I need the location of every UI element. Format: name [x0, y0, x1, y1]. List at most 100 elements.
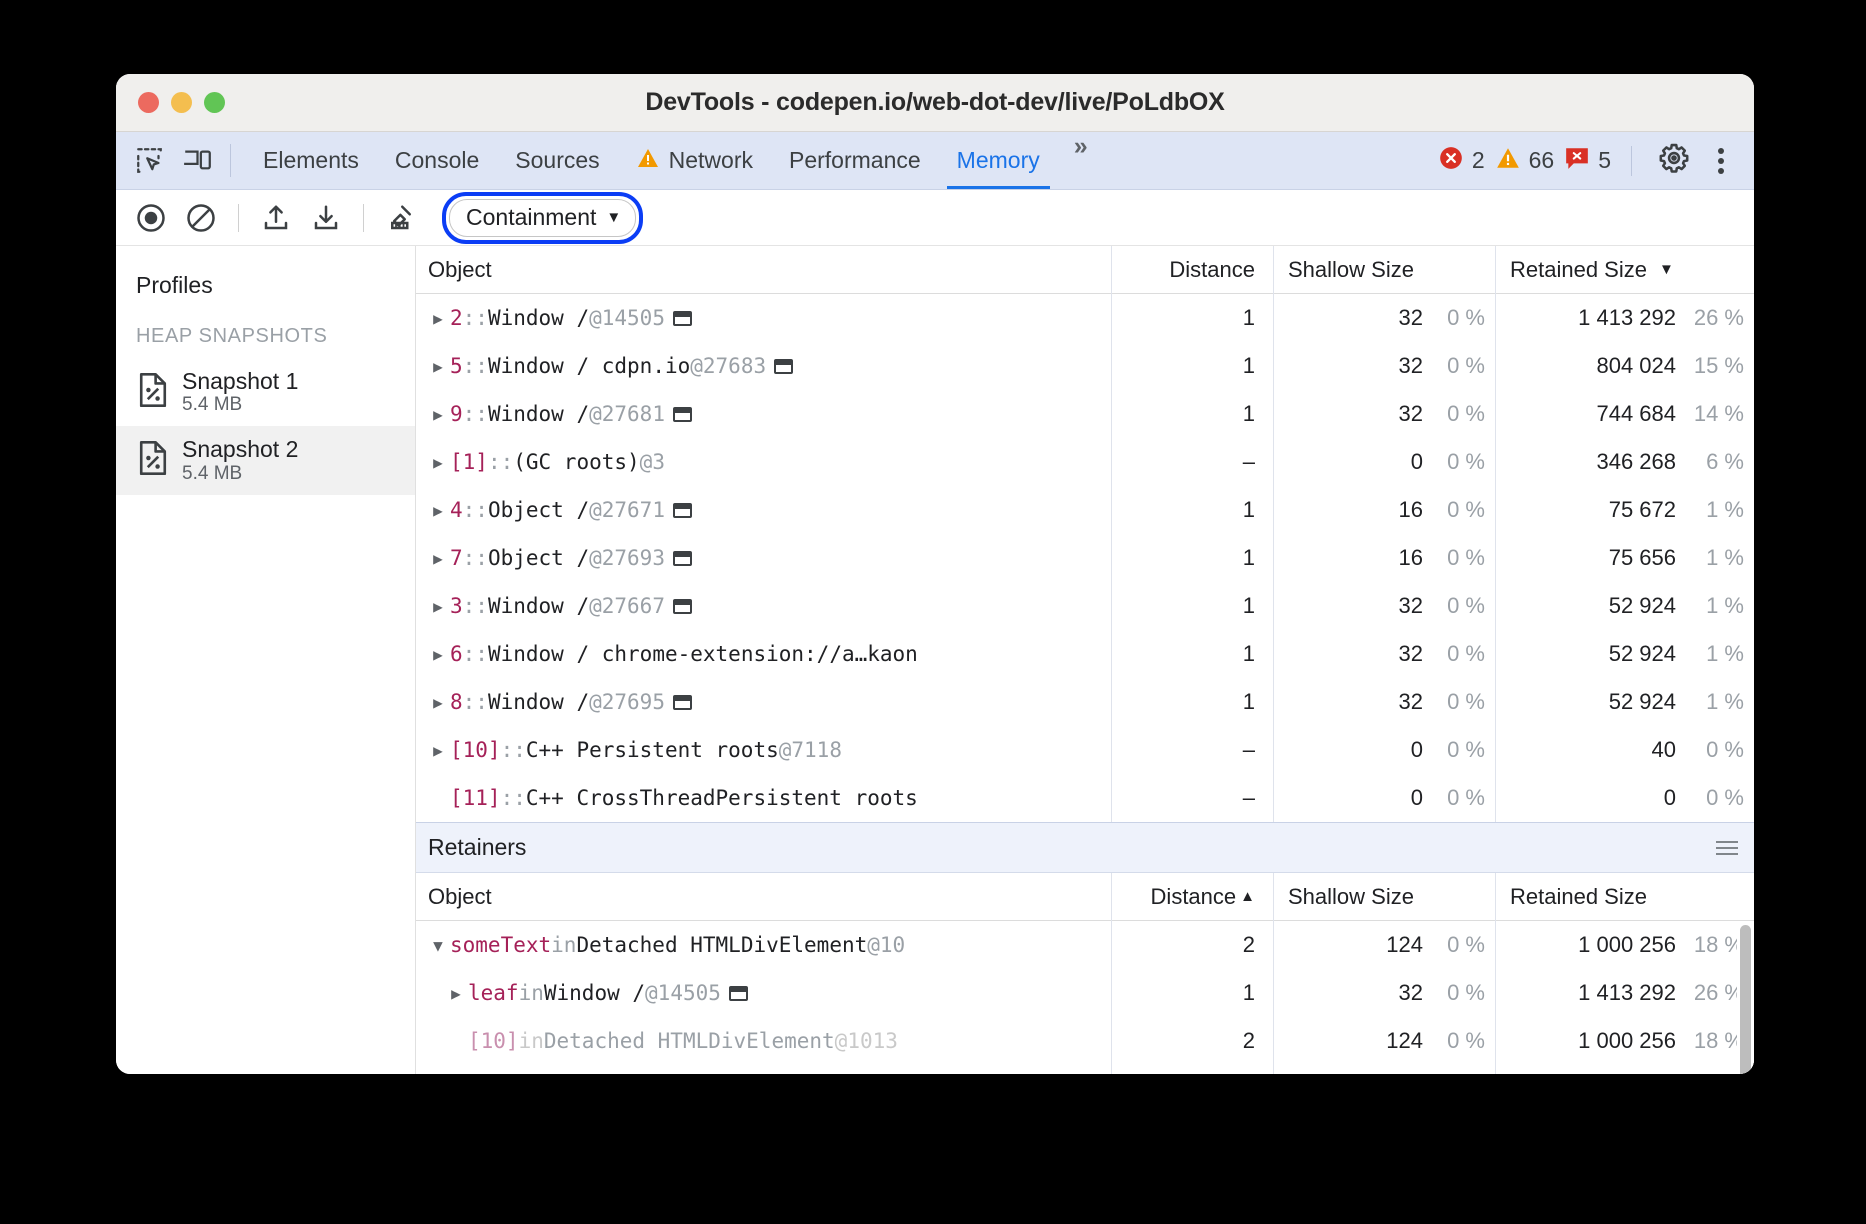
row-shallow-size-cell-value: 16 — [1288, 497, 1423, 523]
issue-count-label: 5 — [1598, 147, 1611, 174]
record-icon[interactable] — [128, 198, 174, 238]
row-shallow-size-cell: 320 % — [1274, 342, 1496, 390]
row-object-cell: ▶9 :: Window / @27681 — [416, 390, 1112, 438]
retainers-scroll-track[interactable] — [1737, 921, 1754, 1074]
column-header-retained-size[interactable]: Retained Size ▼ — [1496, 246, 1754, 294]
twisty-expanded-icon[interactable]: ▼ — [428, 936, 448, 955]
row-index: 7 — [450, 546, 463, 570]
row-distance-cell: 1 — [1112, 534, 1274, 582]
view-select[interactable]: Containment ▼ — [449, 199, 636, 237]
table-row[interactable]: ▶[1] :: (GC roots) @3–00 %346 2686 % — [416, 438, 1754, 486]
table-row[interactable]: ▶8 :: Window / @276951320 %52 9241 % — [416, 678, 1754, 726]
twisty-collapsed-icon[interactable]: ▶ — [428, 453, 448, 472]
row-retained-size-cell: 1 413 29226 % — [1496, 969, 1754, 1017]
twisty-collapsed-icon[interactable]: ▶ — [428, 501, 448, 520]
retainer-row[interactable]: ▼someText in Detached HTMLDivElement @10… — [416, 921, 1754, 969]
table-row[interactable]: ▶6 :: Window / chrome-extension://a…kaon… — [416, 630, 1754, 678]
row-shallow-size-cell-percent: 0 % — [1423, 401, 1495, 427]
table-row[interactable]: ▶4 :: Object / @276711160 %75 6721 % — [416, 486, 1754, 534]
twisty-collapsed-icon[interactable]: ▶ — [428, 405, 448, 424]
row-retained-size-cell-percent: 14 % — [1676, 401, 1754, 427]
window-object-icon — [673, 695, 692, 710]
row-retained-size-cell-percent: 26 % — [1676, 305, 1754, 331]
error-count[interactable]: 2 — [1438, 145, 1485, 177]
table-row[interactable]: ▶5 :: Window / cdpn.io @276831320 %804 0… — [416, 342, 1754, 390]
column-header-object[interactable]: Object — [416, 246, 1112, 294]
tab-memory[interactable]: Memory — [939, 132, 1058, 189]
collect-garbage-icon[interactable] — [378, 198, 424, 238]
tab-elements-label: Elements — [263, 147, 359, 174]
twisty-collapsed-icon[interactable]: ▶ — [428, 645, 448, 664]
zoom-button-icon[interactable] — [204, 92, 225, 113]
row-shallow-size-cell: 00 % — [1274, 774, 1496, 822]
retainer-row[interactable]: ▶leaf in Window / @145051320 %1 413 2922… — [416, 969, 1754, 1017]
retainers-menu-icon[interactable] — [1716, 841, 1738, 855]
column-header-shallow-size[interactable]: Shallow Size — [1274, 246, 1496, 294]
row-shallow-size-cell-value: 32 — [1288, 401, 1423, 427]
more-options-icon[interactable] — [1700, 148, 1736, 174]
retainers-column-header-retained-size[interactable]: Retained Size — [1496, 873, 1754, 921]
snapshot-item-1[interactable]: Snapshot 1 5.4 MB — [116, 358, 415, 426]
twisty-collapsed-icon[interactable]: ▶ — [428, 357, 448, 376]
minimize-button-icon[interactable] — [171, 92, 192, 113]
twisty-collapsed-icon[interactable]: ▶ — [428, 549, 448, 568]
row-separator: in — [519, 981, 544, 1005]
retainers-column-header-object[interactable]: Object — [416, 873, 1112, 921]
row-separator: :: — [501, 738, 526, 762]
row-object-cell: ▶[11] :: C++ CrossThreadPersistent roots — [416, 774, 1112, 822]
twisty-collapsed-icon[interactable]: ▶ — [428, 309, 448, 328]
chevron-down-icon: ▼ — [606, 209, 621, 226]
load-icon[interactable] — [253, 198, 299, 238]
settings-button[interactable] — [1648, 142, 1690, 179]
inspect-element-icon[interactable] — [134, 146, 164, 176]
table-row[interactable]: ▶3 :: Window / @276671320 %52 9241 % — [416, 582, 1754, 630]
tab-elements[interactable]: Elements — [245, 132, 377, 189]
tab-console[interactable]: Console — [377, 132, 497, 189]
twisty-collapsed-icon[interactable]: ▶ — [428, 693, 448, 712]
screen: DevTools - codepen.io/web-dot-dev/live/P… — [0, 0, 1866, 1224]
warning-count[interactable]: 66 — [1495, 146, 1555, 176]
row-shallow-size-cell-percent: 0 % — [1423, 593, 1495, 619]
issue-count[interactable]: 5 — [1564, 146, 1611, 176]
twisty-collapsed-icon: ▶ — [446, 1032, 466, 1051]
twisty-collapsed-icon[interactable]: ▶ — [428, 741, 448, 760]
retainers-title: Retainers — [428, 834, 526, 861]
save-icon[interactable] — [303, 198, 349, 238]
retainers-section: Retainers Object Distance ▲ Shallow Size… — [416, 822, 1754, 1074]
row-shallow-size-cell-percent: 0 % — [1423, 785, 1495, 811]
retainers-column-header-shallow-size[interactable]: Shallow Size — [1274, 873, 1496, 921]
row-object-id: @27693 — [589, 546, 665, 570]
table-row[interactable]: ▶[11] :: C++ CrossThreadPersistent roots… — [416, 774, 1754, 822]
close-button-icon[interactable] — [138, 92, 159, 113]
twisty-collapsed-icon[interactable]: ▶ — [446, 984, 466, 1003]
retainer-row[interactable]: ▶[4] in Detached HTMLDivElement @1013121… — [416, 1065, 1754, 1074]
row-retained-size-cell: 346 2686 % — [1496, 438, 1754, 486]
column-header-retained-size-label: Retained Size — [1510, 257, 1647, 283]
retainers-scrollbar-thumb[interactable] — [1740, 925, 1751, 1074]
row-shallow-size-cell: 320 % — [1274, 678, 1496, 726]
twisty-collapsed-icon[interactable]: ▶ — [428, 597, 448, 616]
containment-header: Object Distance Shallow Size Retained Si… — [416, 246, 1754, 294]
retainer-row[interactable]: ▶[10] in Detached HTMLDivElement @101321… — [416, 1017, 1754, 1065]
row-shallow-size-cell: 320 % — [1274, 969, 1496, 1017]
heap-snapshots-section-label: HEAP SNAPSHOTS — [116, 307, 415, 358]
tab-network[interactable]: Network — [618, 132, 771, 189]
retainers-column-header-distance[interactable]: Distance ▲ — [1112, 873, 1274, 921]
tab-performance[interactable]: Performance — [771, 132, 939, 189]
more-tabs-icon[interactable]: » — [1058, 132, 1101, 189]
column-header-distance[interactable]: Distance — [1112, 246, 1274, 294]
table-row[interactable]: ▶9 :: Window / @276811320 %744 68414 % — [416, 390, 1754, 438]
row-shallow-size-cell: 1240 % — [1274, 1017, 1496, 1065]
row-shallow-size-cell-value: 16 — [1288, 545, 1423, 571]
table-row[interactable]: ▶[10] :: C++ Persistent roots @7118–00 %… — [416, 726, 1754, 774]
clear-icon[interactable] — [178, 198, 224, 238]
tab-sources[interactable]: Sources — [497, 132, 617, 189]
row-shallow-size-cell: 320 % — [1274, 582, 1496, 630]
row-retained-size-cell: 1 413 29226 % — [1496, 294, 1754, 342]
table-row[interactable]: ▶7 :: Object / @276931160 %75 6561 % — [416, 534, 1754, 582]
device-toolbar-icon[interactable] — [182, 146, 212, 176]
snapshot-item-2[interactable]: Snapshot 2 5.4 MB — [116, 426, 415, 494]
row-retained-size-cell-value: 744 684 — [1510, 401, 1676, 427]
issues-icon — [1564, 146, 1590, 176]
table-row[interactable]: ▶2 :: Window / @145051320 %1 413 29226 % — [416, 294, 1754, 342]
